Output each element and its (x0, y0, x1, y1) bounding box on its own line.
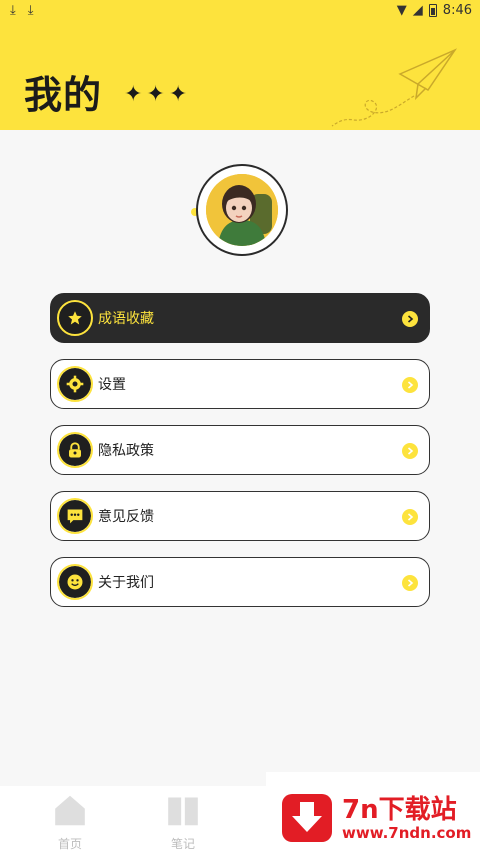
chevron-right-icon (402, 377, 418, 393)
status-bar: ⤓ ⤓ ▼ ◢ 8:46 (0, 0, 480, 24)
gear-icon (57, 366, 93, 402)
chevron-right-icon (402, 443, 418, 459)
menu-item-privacy-policy[interactable]: 隐私政策 (50, 425, 430, 475)
avatar[interactable] (196, 164, 288, 256)
status-notifications: ⤓ ⤓ (10, 3, 34, 18)
chevron-right-icon (402, 311, 418, 327)
menu-label: 成语收藏 (98, 311, 154, 327)
menu-label: 意见反馈 (98, 509, 154, 525)
menu-item-feedback[interactable]: 意见反馈 (50, 491, 430, 541)
avatar-image (206, 174, 278, 246)
wifi-icon: ▼ (396, 3, 407, 18)
menu-item-about-us[interactable]: 关于我们 (50, 557, 430, 607)
menu-label: 关于我们 (98, 575, 154, 591)
sparkles-decoration: ✦✦✦ (124, 82, 192, 107)
page-header: 我的 ✦✦✦ (0, 24, 480, 130)
menu-item-idiom-favorites[interactable]: 成语收藏 (50, 293, 430, 343)
paper-plane-icon (331, 48, 458, 127)
content-area: 成语收藏 设置 隐私政策 意见反馈 关于我们 (0, 130, 480, 786)
chat-icon (57, 498, 93, 534)
tab-notes[interactable]: 笔记 (153, 792, 213, 852)
download-icon: ⤓ (10, 3, 16, 18)
page-title: 我的 (24, 73, 103, 117)
avatar-portrait-icon (206, 174, 278, 246)
book-icon (168, 797, 198, 826)
star-icon (57, 300, 93, 336)
watermark-title: 7n下载站 (342, 795, 457, 825)
menu-item-settings[interactable]: 设置 (50, 359, 430, 409)
menu-label: 设置 (98, 377, 126, 393)
watermark-badge: 7n下载站 www.7ndn.com (266, 772, 480, 854)
signal-icon: ◢ (412, 3, 423, 18)
watermark-url: www.7ndn.com (342, 824, 472, 842)
download-arrow-icon (282, 794, 332, 842)
chevron-right-icon (402, 509, 418, 525)
tab-home[interactable]: 首页 (40, 792, 100, 852)
tab-label: 首页 (57, 837, 82, 851)
chevron-right-icon (402, 575, 418, 591)
download-icon: ⤓ (27, 3, 34, 18)
status-indicators: ▼ ◢ 8:46 (397, 3, 472, 18)
home-icon (55, 795, 85, 826)
status-time: 8:46 (442, 3, 472, 18)
menu-label: 隐私政策 (98, 443, 154, 459)
lock-icon (57, 432, 93, 468)
tab-label: 笔记 (170, 837, 195, 851)
smile-icon (57, 564, 93, 600)
battery-icon (428, 4, 437, 17)
